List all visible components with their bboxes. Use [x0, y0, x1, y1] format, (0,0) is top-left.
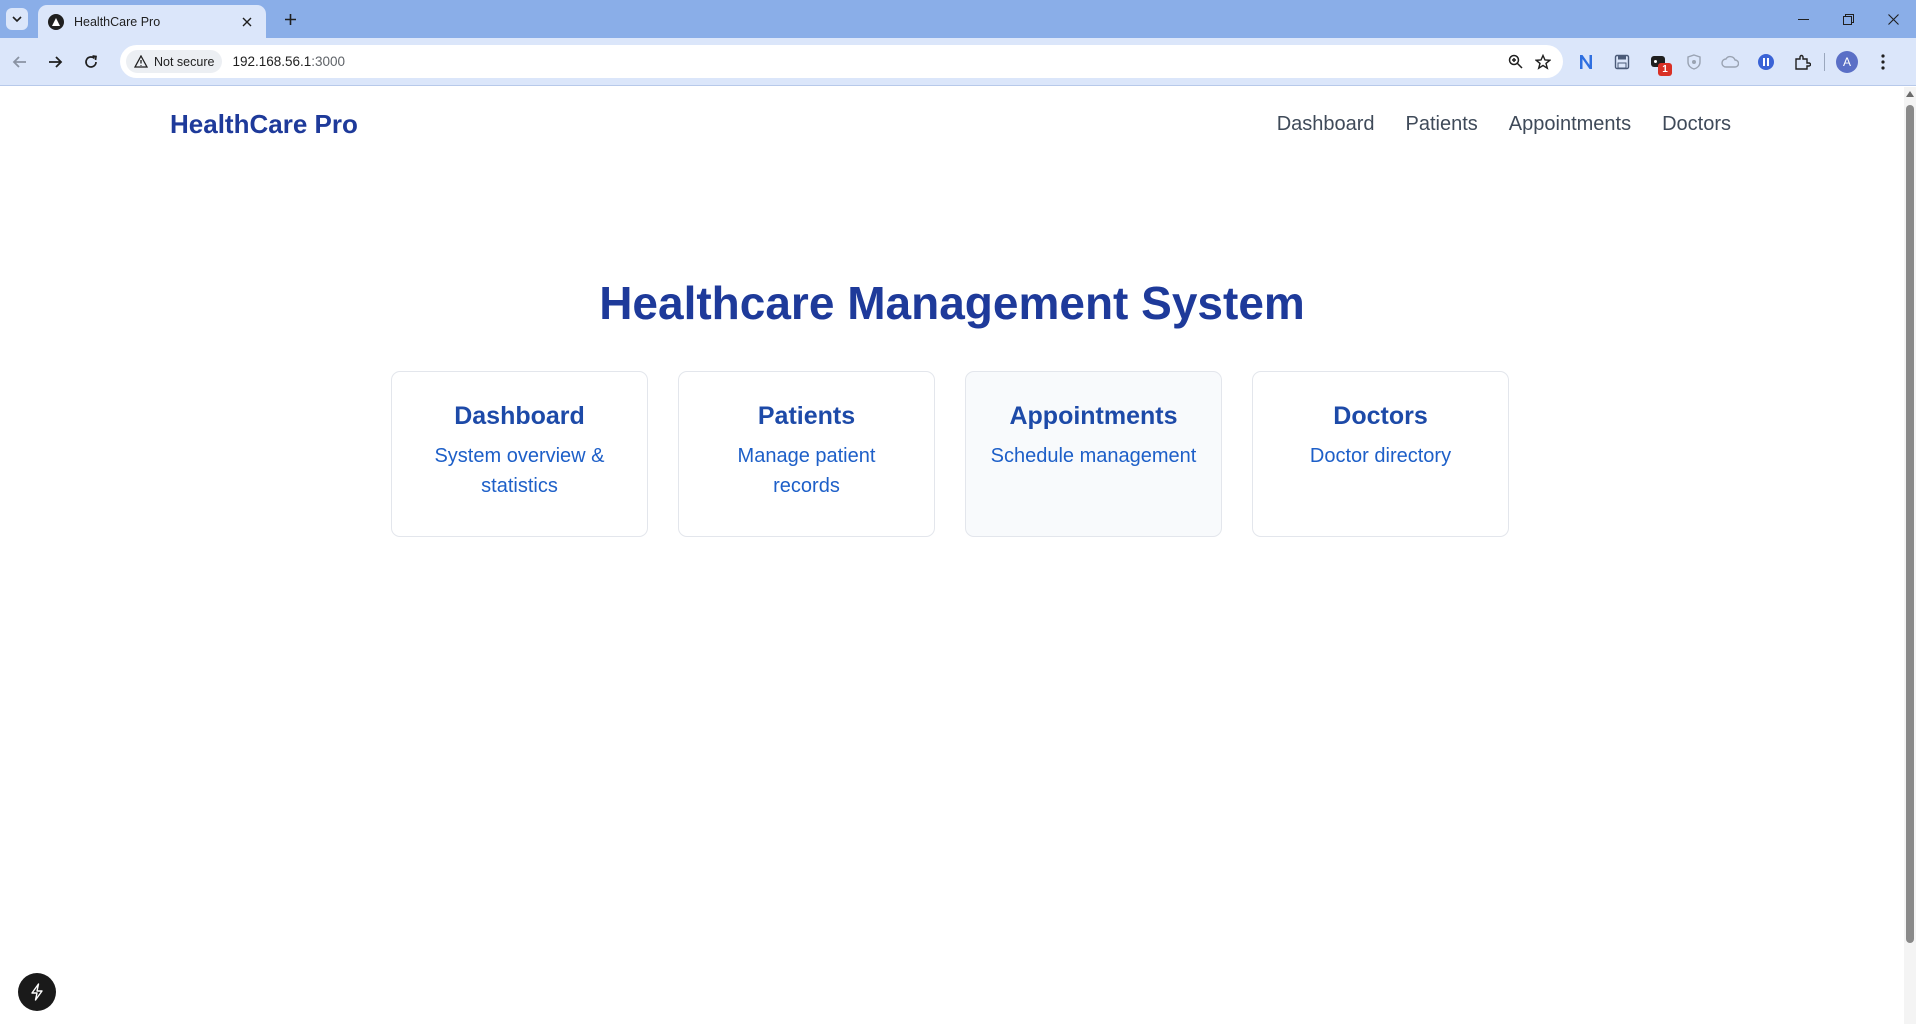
pause-extension-icon[interactable]	[1752, 48, 1780, 76]
dev-tools-button[interactable]	[18, 973, 56, 1011]
save-extension-icon[interactable]	[1608, 48, 1636, 76]
site-header: HealthCare Pro Dashboard Patients Appoin…	[170, 87, 1731, 162]
minimize-icon	[1798, 18, 1809, 20]
card-description: Schedule management	[990, 445, 1197, 467]
cloud-extension-icon[interactable]	[1716, 48, 1744, 76]
nav-link-doctors[interactable]: Doctors	[1662, 113, 1731, 136]
extensions-area: 1 A	[1572, 48, 1897, 76]
arrow-left-icon	[12, 56, 26, 68]
card-title: Dashboard	[454, 402, 585, 430]
star-icon	[1535, 53, 1551, 70]
restore-window-button[interactable]	[1826, 0, 1871, 38]
security-indicator[interactable]: Not secure	[126, 50, 223, 73]
card-description: Manage patient records	[737, 445, 876, 497]
extension-with-badge-icon[interactable]: 1	[1644, 48, 1672, 76]
new-tab-button[interactable]	[278, 9, 302, 29]
minimize-window-button[interactable]	[1781, 0, 1826, 38]
card-description: System overview & statistics	[434, 445, 605, 497]
lightning-icon	[31, 983, 43, 1001]
site-favicon-icon	[48, 13, 64, 30]
more-vertical-icon	[1881, 54, 1885, 70]
feature-cards: Dashboard System overview & statistics P…	[391, 371, 1509, 537]
url-host: 192.168.56.1	[232, 54, 312, 69]
tab-title: HealthCare Pro	[74, 14, 161, 29]
plus-icon	[284, 13, 296, 25]
browser-toolbar: Not secure 192.168.56.1:3000 1 A	[0, 38, 1916, 86]
address-bar[interactable]: Not secure 192.168.56.1:3000	[120, 45, 1563, 78]
forward-button[interactable]	[43, 50, 67, 74]
reload-icon	[85, 55, 97, 68]
toolbar-divider	[1824, 53, 1825, 71]
chevron-down-icon	[12, 16, 22, 23]
card-dashboard[interactable]: Dashboard System overview & statistics	[391, 371, 648, 537]
browser-menu-button[interactable]	[1869, 48, 1897, 76]
scroll-thumb[interactable]	[1906, 105, 1914, 943]
reload-button[interactable]	[79, 50, 103, 74]
browser-tab-active[interactable]: HealthCare Pro	[38, 5, 266, 38]
close-icon	[1888, 13, 1899, 25]
extensions-puzzle-icon[interactable]	[1788, 48, 1816, 76]
site-nav: Dashboard Patients Appointments Doctors	[1277, 113, 1731, 136]
url-text[interactable]: 192.168.56.1:3000	[232, 54, 1501, 69]
card-title: Doctors	[1333, 402, 1428, 430]
security-label: Not secure	[154, 54, 215, 69]
extension-badge: 1	[1658, 63, 1672, 76]
close-window-button[interactable]	[1871, 0, 1916, 38]
scroll-up-icon[interactable]	[1906, 90, 1914, 98]
restore-icon	[1843, 13, 1854, 25]
notion-extension-icon[interactable]	[1572, 48, 1600, 76]
card-description: Doctor directory	[1309, 445, 1452, 467]
card-title: Appointments	[1009, 402, 1178, 430]
avatar: A	[1836, 51, 1858, 73]
card-patients[interactable]: Patients Manage patient records	[678, 371, 935, 537]
back-button[interactable]	[8, 50, 32, 74]
nav-link-dashboard[interactable]: Dashboard	[1277, 113, 1375, 136]
browser-tabstrip: HealthCare Pro	[0, 0, 1916, 38]
bookmark-button[interactable]	[1529, 48, 1557, 76]
page-viewport: HealthCare Pro Dashboard Patients Appoin…	[0, 87, 1904, 1024]
site-logo[interactable]: HealthCare Pro	[170, 109, 358, 140]
nav-link-patients[interactable]: Patients	[1406, 113, 1478, 136]
zoom-icon	[1508, 54, 1523, 69]
page-scrollbar[interactable]	[1904, 87, 1916, 1024]
url-port: :3000	[311, 54, 346, 69]
zoom-button[interactable]	[1501, 48, 1529, 76]
tab-close-icon[interactable]	[238, 13, 256, 31]
warning-icon	[134, 55, 148, 68]
card-title: Patients	[757, 402, 856, 430]
shield-extension-icon[interactable]	[1680, 48, 1708, 76]
tab-search-button[interactable]	[6, 8, 28, 30]
card-doctors[interactable]: Doctors Doctor directory	[1252, 371, 1509, 537]
page-title: Healthcare Management System	[599, 277, 1305, 329]
card-appointments[interactable]: Appointments Schedule management	[965, 371, 1222, 537]
arrow-right-icon	[49, 56, 63, 68]
profile-button[interactable]: A	[1833, 48, 1861, 76]
nav-link-appointments[interactable]: Appointments	[1509, 113, 1631, 136]
